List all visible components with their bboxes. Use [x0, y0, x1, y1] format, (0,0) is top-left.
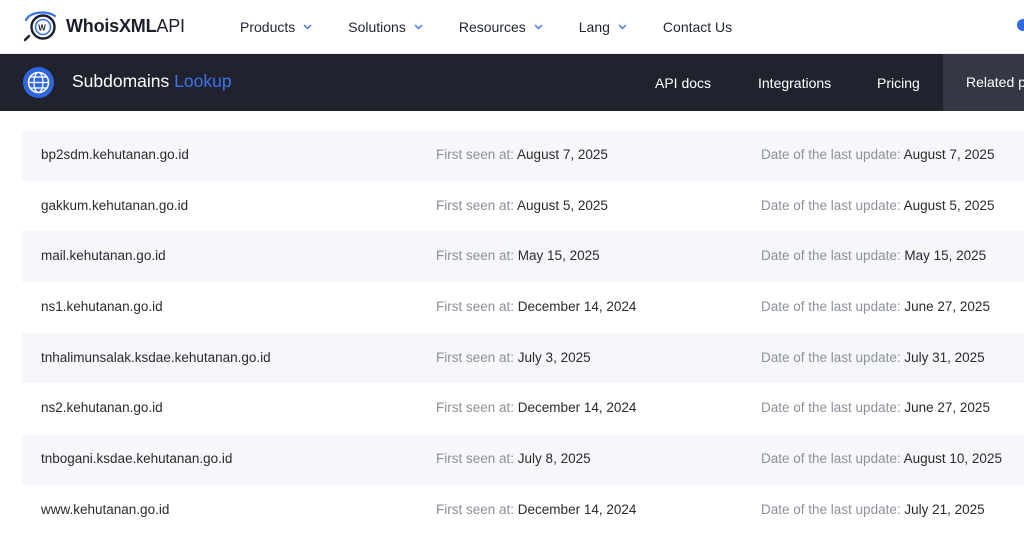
last-update: Date of the last update: July 31, 2025 [761, 350, 985, 365]
last-update-label: Date of the last update: [761, 147, 901, 162]
chevron-down-icon [414, 24, 423, 29]
subdomain-name: gakkum.kehutanan.go.id [41, 197, 189, 213]
first-seen-label: First seen at: [436, 197, 515, 213]
first-seen: First seen at: December 14, 2024 [436, 502, 636, 517]
list-item: ns2.kehutanan.go.id First seen at: Decem… [22, 383, 1024, 434]
menu-lang-label: Lang [578, 18, 610, 35]
brand-name-suffix: API [156, 15, 185, 36]
menu-products-label: Products [240, 18, 296, 35]
first-seen-value: December 14, 2024 [517, 299, 637, 315]
globe-search-icon [23, 67, 54, 98]
last-update-value: June 27, 2025 [904, 400, 990, 416]
chevron-down-icon [303, 24, 312, 29]
subdomain-name: www.kehutanan.go.id [41, 501, 170, 517]
last-update: Date of the last update: August 10, 2025 [761, 451, 1002, 466]
subdomain-name: bp2sdm.kehutanan.go.id [41, 147, 189, 162]
last-update-label: Date of the last update: [761, 248, 901, 264]
first-seen: First seen at: December 14, 2024 [436, 400, 636, 415]
list-item: bp2sdm.kehutanan.go.id First seen at: Au… [22, 130, 1024, 181]
first-seen-value: December 14, 2024 [517, 501, 637, 517]
menu-resources[interactable]: Resources [459, 19, 543, 35]
chevron-down-icon [618, 24, 627, 29]
last-update-label: Date of the last update: [761, 197, 901, 213]
first-seen-value: August 7, 2025 [517, 147, 608, 162]
last-update-label: Date of the last update: [761, 299, 901, 315]
brand-logo-link[interactable]: W WhoisXMLAPI [22, 10, 185, 42]
menu-contact-us[interactable]: Contact Us [663, 19, 732, 35]
last-update-value: July 31, 2025 [904, 349, 985, 365]
last-update: Date of the last update: May 15, 2025 [761, 248, 986, 263]
list-item: www.kehutanan.go.id First seen at: Decem… [22, 485, 1024, 536]
last-update-label: Date of the last update: [761, 349, 901, 365]
product-title[interactable]: Subdomains Lookup [72, 71, 232, 92]
subdomain-name: tnbogani.ksdae.kehutanan.go.id [41, 451, 233, 467]
last-update-label: Date of the last update: [761, 451, 901, 467]
last-update-value: July 21, 2025 [904, 501, 985, 517]
last-update-value: August 5, 2025 [903, 197, 995, 213]
chevron-down-icon [534, 24, 543, 29]
first-seen-label: First seen at: [436, 400, 515, 416]
list-item: tnbogani.ksdae.kehutanan.go.id First see… [22, 434, 1024, 485]
first-seen: First seen at: August 7, 2025 [436, 147, 608, 162]
first-seen-value: August 5, 2025 [517, 197, 608, 213]
related-products-button[interactable]: Related pr [943, 54, 1024, 111]
first-seen-label: First seen at: [436, 299, 515, 315]
menu-solutions[interactable]: Solutions [348, 19, 423, 35]
first-seen: First seen at: July 8, 2025 [436, 451, 591, 466]
last-update: Date of the last update: July 21, 2025 [761, 502, 985, 517]
first-seen: First seen at: December 14, 2024 [436, 299, 636, 314]
first-seen-label: First seen at: [436, 451, 515, 467]
last-update: Date of the last update: June 27, 2025 [761, 400, 990, 415]
menu-solutions-label: Solutions [348, 18, 406, 35]
last-update-value: May 15, 2025 [904, 248, 987, 264]
menu-lang[interactable]: Lang [579, 19, 627, 35]
subdomain-name: mail.kehutanan.go.id [41, 248, 166, 264]
related-products-label: Related pr [966, 74, 1024, 90]
main-menu: Products Solutions Resources Lang Contac… [240, 0, 768, 53]
first-seen-label: First seen at: [436, 147, 515, 162]
subdomain-name: ns2.kehutanan.go.id [41, 400, 163, 416]
list-item: ns1.kehutanan.go.id First seen at: Decem… [22, 282, 1024, 333]
api-docs-link[interactable]: API docs [655, 75, 758, 91]
subdomain-results-list: bp2sdm.kehutanan.go.id First seen at: Au… [22, 130, 1024, 536]
first-seen-value: December 14, 2024 [517, 400, 637, 416]
first-seen: First seen at: August 5, 2025 [436, 198, 608, 213]
last-update-label: Date of the last update: [761, 501, 901, 517]
product-links: API docs Integrations Pricing [655, 54, 945, 111]
menu-products[interactable]: Products [240, 19, 312, 35]
list-item: tnhalimunsalak.ksdae.kehutanan.go.id Fir… [22, 332, 1024, 384]
product-bar: Subdomains Lookup API docs Integrations … [0, 54, 1024, 111]
last-update: Date of the last update: June 27, 2025 [761, 299, 990, 314]
subdomain-name: ns1.kehutanan.go.id [41, 299, 163, 315]
menu-resources-label: Resources [458, 18, 526, 35]
whoisxml-logo-icon: W [23, 11, 57, 42]
first-seen-label: First seen at: [436, 501, 515, 517]
top-navigation: W WhoisXMLAPI Products Solutions Resourc… [0, 0, 1024, 54]
integrations-link[interactable]: Integrations [758, 75, 877, 91]
last-update-label: Date of the last update: [761, 400, 901, 416]
first-seen-value: May 15, 2025 [517, 248, 600, 264]
menu-contact-us-label: Contact Us [662, 18, 733, 35]
subdomain-name: tnhalimunsalak.ksdae.kehutanan.go.id [41, 349, 271, 365]
last-update-value: June 27, 2025 [904, 299, 990, 315]
first-seen-label: First seen at: [436, 349, 515, 365]
account-button[interactable] [1017, 19, 1024, 31]
last-update: Date of the last update: August 5, 2025 [761, 198, 994, 213]
first-seen-label: First seen at: [436, 248, 515, 264]
product-title-accent: Lookup [174, 71, 232, 91]
list-item: gakkum.kehutanan.go.id First seen at: Au… [22, 181, 1024, 232]
last-update: Date of the last update: August 7, 2025 [761, 147, 994, 162]
first-seen-value: July 3, 2025 [517, 349, 591, 365]
last-update-value: August 10, 2025 [903, 451, 1002, 467]
svg-text:W: W [38, 24, 46, 33]
list-item: mail.kehutanan.go.id First seen at: May … [22, 231, 1024, 283]
brand-name: WhoisXMLAPI [66, 16, 185, 37]
last-update-value: August 7, 2025 [903, 147, 995, 162]
first-seen: First seen at: May 15, 2025 [436, 248, 600, 263]
brand-name-main: WhoisXML [66, 15, 157, 36]
first-seen-value: July 8, 2025 [517, 451, 591, 467]
first-seen: First seen at: July 3, 2025 [436, 350, 591, 365]
pricing-link[interactable]: Pricing [877, 75, 945, 91]
product-title-main: Subdomains [72, 71, 170, 91]
